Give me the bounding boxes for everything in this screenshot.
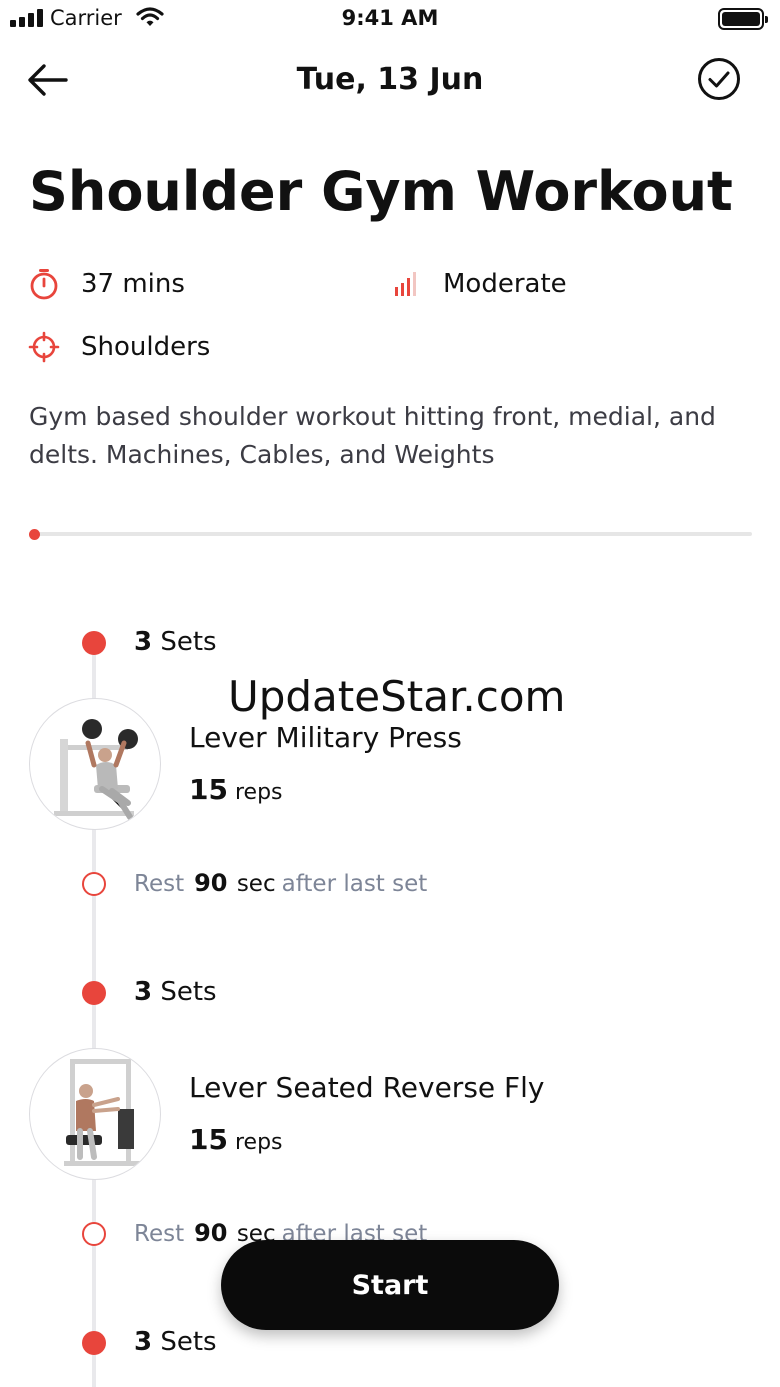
duration-row: 37 mins: [27, 267, 185, 301]
rest-dot: [82, 1222, 106, 1246]
sets-label: 3 Sets: [134, 977, 217, 1007]
workout-title: Shoulder Gym Workout: [29, 160, 733, 223]
difficulty-text: Moderate: [443, 269, 567, 299]
complete-button[interactable]: [697, 57, 741, 101]
workout-description: Gym based shoulder workout hitting front…: [29, 402, 716, 469]
exercise-thumbnail[interactable]: [29, 1048, 161, 1180]
sets-dot: [82, 981, 106, 1005]
target-row: Shoulders: [27, 330, 210, 364]
target-text: Shoulders: [81, 332, 211, 362]
reverse-fly-illustration: [64, 1059, 140, 1166]
exercise-reps: 15 reps: [189, 773, 283, 806]
progress-indicator: [29, 529, 40, 540]
rest-row: Rest 90 sec after last set: [134, 869, 428, 897]
watermark: UpdateStar.com: [228, 672, 566, 721]
start-button[interactable]: Start: [221, 1240, 559, 1330]
status-bar: Carrier 9:41 AM: [0, 0, 780, 40]
exercise-name[interactable]: Lever Seated Reverse Fly: [189, 1071, 544, 1104]
sets-dot: [82, 1331, 106, 1355]
difficulty-row: Moderate: [389, 267, 567, 301]
check-circle-icon: [698, 58, 740, 100]
sets-label: 3 Sets: [134, 627, 217, 657]
exercise-name[interactable]: Lever Military Press: [189, 721, 462, 754]
signal-bars-icon: [389, 267, 423, 301]
rest-dot: [82, 872, 106, 896]
nav-title: Tue, 13 Jun: [296, 62, 484, 97]
clock: 9:41 AM: [341, 6, 439, 30]
sets-dot: [82, 631, 106, 655]
exercise-reps: 15 reps: [189, 1123, 283, 1156]
duration-text: 37 mins: [81, 269, 185, 299]
timer-icon: [27, 267, 61, 301]
crosshair-icon: [27, 330, 61, 364]
battery-icon: [718, 8, 768, 30]
sets-label: 3 Sets: [134, 1327, 217, 1357]
lever-press-illustration: [54, 719, 138, 820]
progress-track: [30, 532, 752, 536]
exercise-thumbnail[interactable]: [29, 698, 161, 830]
